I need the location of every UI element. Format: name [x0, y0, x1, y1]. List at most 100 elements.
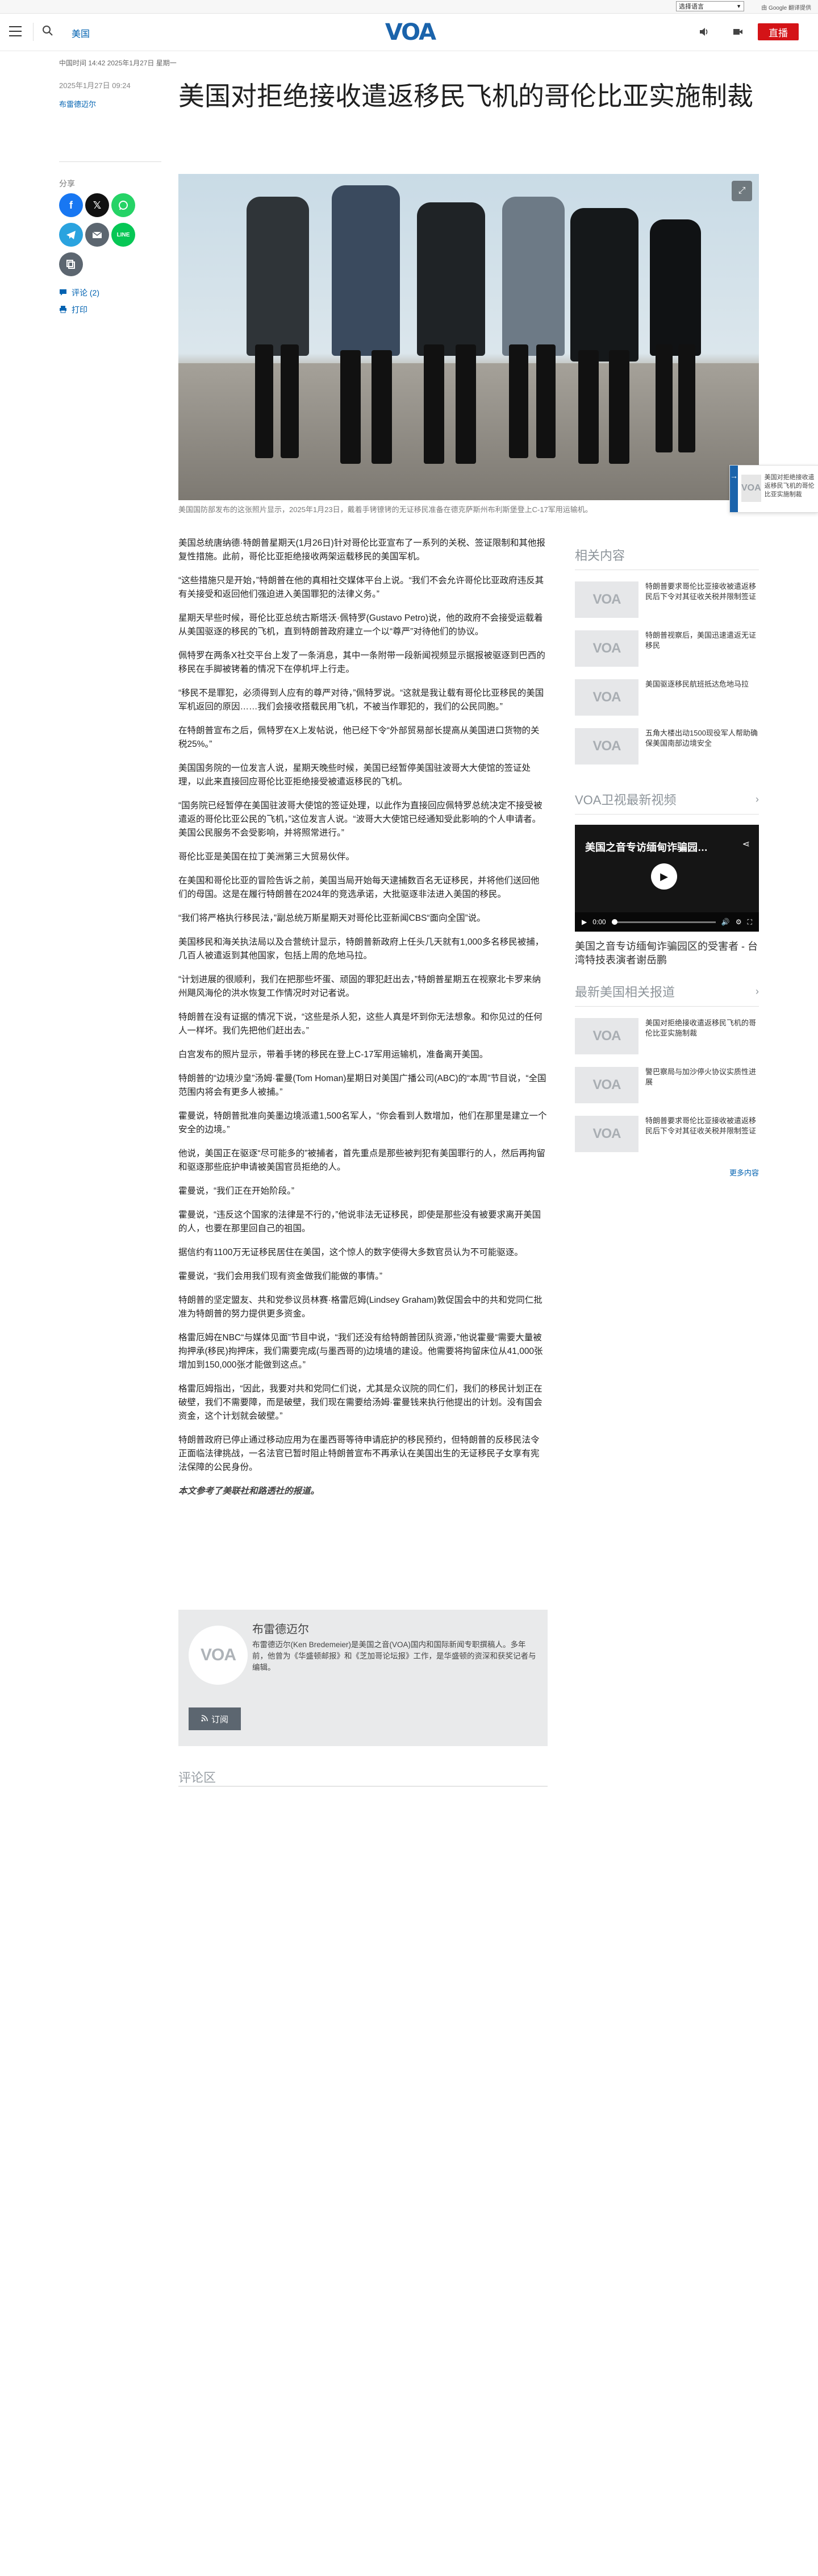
latest-section-title-text: 最新美国相关报道 [575, 985, 675, 999]
related-item[interactable]: VOA 五角大楼出动1500现役军人帮助确保美国南部边境安全 [575, 728, 759, 766]
author-name[interactable]: 布雷德迈尔 [252, 1620, 309, 1636]
paragraph: 白宫发布的照片显示，带着手铐的移民在登上C-17军用运输机，准备离开美国。 [178, 1050, 489, 1060]
article-title: 美国对拒绝接收遣返移民飞机的哥伦比亚实施制裁 [178, 81, 753, 111]
menu-icon[interactable] [9, 26, 22, 36]
video-time: 0:00 [592, 918, 606, 926]
publish-date: 2025年1月27日 09:24 [59, 81, 131, 90]
author-box: VOA 布雷德迈尔 布雷德迈尔(Ken Bredemeier)是美国之音(VOA… [178, 1610, 548, 1746]
expand-icon[interactable]: ⤢ [732, 181, 752, 201]
rss-icon [201, 1714, 208, 1724]
latest-item[interactable]: VOA 警巴察局与加沙停火协议实质性进展 [575, 1067, 759, 1104]
paragraph: “计划进展的很顺利，我们在把那些坏蛋、顽固的罪犯赶出去，”特朗普星期五在视察北卡… [178, 975, 541, 998]
video-progress-slider[interactable] [611, 919, 716, 925]
paragraph: 霍曼说，“违反这个国家的法律是不行的，”他说非法无证移民，即使是那些没有被要求离… [178, 1210, 541, 1233]
thumbnail-placeholder: VOA [575, 1116, 638, 1152]
latest-section-title[interactable]: 最新美国相关报道 › [575, 982, 759, 1000]
paragraph: 星期天早些时候，哥伦比亚总统古斯塔沃·佩特罗(Gustavo Petro)说，他… [178, 613, 543, 637]
share-label: 分享 [59, 179, 75, 188]
comments-title: 评论区 [178, 1771, 216, 1785]
email-icon[interactable] [85, 223, 109, 247]
chevron-right-icon[interactable]: › [756, 986, 759, 998]
x-icon[interactable]: 𝕏 [85, 193, 109, 217]
fullscreen-icon[interactable]: ⛶ [748, 918, 752, 926]
latest-item-text: 警巴察局与加沙停火协议实质性进展 [645, 1067, 757, 1086]
author-bio: 布雷德迈尔(Ken Bredemeier)是美国之音(VOA)国内和国际新闻专职… [252, 1640, 536, 1672]
play-small-icon[interactable]: ▶ [582, 918, 587, 926]
paragraph: 美国国务院的一位发言人说，星期天晚些时候，美国已经暂停美国驻波哥大大使馆的签证处… [178, 763, 531, 787]
related-item[interactable]: VOA 美国驱逐移民航班抵达危地马拉 [575, 679, 759, 717]
comments-link[interactable]: 评论 (2) [59, 287, 99, 298]
telegram-icon[interactable] [59, 223, 83, 247]
paragraph: 据信约有1100万无证移民居住在美国，这个惊人的数字使得大多数官员认为不可能驱逐… [178, 1248, 523, 1257]
hero-image: ⤢ [178, 174, 759, 500]
source-note: 本文参考了美联社和路透社的报道。 [178, 1486, 320, 1496]
audio-icon[interactable] [698, 26, 710, 39]
paragraph: 美国移民和海关执法局以及合营统计显示，特朗普新政府上任头几天就有1,000多名移… [178, 937, 544, 961]
latest-item-text: 美国对拒绝接收遣返移民飞机的哥伦比亚实施制裁 [645, 1019, 757, 1037]
paragraph: 在特朗普宣布之后，佩特罗在X上发帖说，他已经下令“外部贸易部长提高从美国进口货物… [178, 726, 540, 749]
paragraph: 霍曼说，“我们会用我们现有资金做我们能做的事情。” [178, 1272, 383, 1281]
arrow-icon[interactable]: → [730, 466, 738, 512]
video-caption[interactable]: 美国之音专访缅甸诈骗园区的受害者 - 台湾特技表演者谢岳鹏 [575, 940, 759, 967]
related-item[interactable]: VOA 特朗普视察后，美国迅速遣返无证移民 [575, 630, 759, 668]
author-link[interactable]: 布雷德迈尔 [59, 98, 161, 109]
print-link-label: 打印 [72, 305, 87, 314]
thumbnail-placeholder: VOA [741, 475, 761, 502]
thumbnail-placeholder: VOA [575, 1018, 638, 1054]
latest-item[interactable]: VOA 特朗普要求哥伦比亚接收被遣返移民后下令对其征收关税并限制签证 [575, 1116, 759, 1153]
paragraph: 霍曼说，特朗普批准向美墨边境派遣1,500名军人，“你会看到人数增加，他们在那里… [178, 1111, 547, 1135]
video-section-title[interactable]: VOA卫视最新视频 › [575, 790, 759, 808]
thumbnail-placeholder: VOA [575, 728, 638, 765]
settings-icon[interactable]: ⚙ [736, 918, 742, 926]
related-content: 相关内容 VOA 特朗普要求哥伦比亚接收被遣返移民后下令对其征收关税并限制签证 … [575, 546, 759, 766]
article-body: 美国总统唐纳德·特朗普星期天(1月26日)针对哥伦比亚宣布了一系列的关税、签证限… [178, 537, 548, 1509]
subscribe-button[interactable]: 订阅 [189, 1707, 241, 1730]
more-link[interactable]: 更多内容 [575, 1167, 759, 1178]
line-icon[interactable]: LINE [111, 223, 135, 247]
whatsapp-icon[interactable] [111, 193, 135, 217]
copy-link-icon[interactable] [59, 252, 83, 276]
language-select[interactable]: 选择语言 ▼ [676, 1, 744, 11]
video-controls: ▶ 0:00 🔊 ⚙ ⛶ [575, 912, 759, 932]
utility-bar: 选择语言 ▼ 由 Google 翻译提供 [0, 0, 818, 14]
latest-item[interactable]: VOA 美国对拒绝接收遣返移民飞机的哥伦比亚实施制裁 [575, 1018, 759, 1056]
site-header: 美国 VOA 直播 [0, 14, 818, 51]
print-link[interactable]: 打印 [59, 304, 87, 315]
related-item-text: 美国驱逐移民航班抵达危地马拉 [645, 680, 749, 688]
related-item-text: 特朗普视察后，美国迅速遣返无证移民 [645, 631, 757, 650]
article-meta: 2025年1月27日 09:24 布雷德迈尔 [59, 80, 161, 109]
local-time: 中国时间 14:42 2025年1月27日 星期一 [59, 59, 177, 67]
thumbnail-placeholder: VOA [575, 630, 638, 667]
header-divider [33, 23, 34, 41]
sticky-article-card[interactable]: → VOA 美国对拒绝接收遣返移民飞机的哥伦比亚实施制裁 [729, 465, 818, 513]
paragraph: “国务院已经暂停在美国驻波哥大使馆的签证处理，以此作为直接回应佩特罗总统决定不接… [178, 801, 542, 838]
google-translate-credit: 由 Google 翻译提供 [761, 5, 811, 11]
search-icon[interactable] [42, 25, 55, 38]
paragraph: 霍曼说，“我们正在开始阶段。” [178, 1186, 295, 1196]
paragraph: 格雷厄姆在NBC“与媒体见面”节目中说，“我们还没有给特朗普团队资源，”他说霍曼… [178, 1333, 543, 1370]
chevron-down-icon: ▼ [736, 3, 741, 9]
chevron-right-icon[interactable]: › [756, 793, 759, 805]
thumbnail-placeholder: VOA [575, 581, 638, 618]
comment-icon [59, 288, 67, 298]
volume-icon[interactable]: 🔊 [721, 918, 730, 926]
voa-logo[interactable]: VOA [382, 19, 439, 45]
play-icon[interactable]: ▶ [651, 863, 677, 890]
related-title: 相关内容 [575, 546, 759, 564]
live-button[interactable]: 直播 [758, 23, 799, 40]
video-player-title: 美国之音专访缅甸诈骗园… [585, 842, 708, 853]
paragraph: 特朗普在没有证据的情况下说，“这些是杀人犯，这些人真是坏到你无法想象。和你见过的… [178, 1012, 542, 1036]
video-icon[interactable] [732, 26, 744, 39]
facebook-icon[interactable]: f [59, 193, 83, 217]
thumbnail-placeholder: VOA [575, 679, 638, 716]
voa-tv-videos: VOA卫视最新视频 › 美国之音专访缅甸诈骗园… ⋖ ▶ ▶ 0:00 🔊 ⚙ … [575, 790, 759, 967]
related-item[interactable]: VOA 特朗普要求哥伦比亚接收被遣返移民后下令对其征收关税并限制签证 [575, 581, 759, 619]
paragraph: 佩特罗在两条X社交平台上发了一条消息，其中一条附带一段新闻视频显示据报被驱逐到巴… [178, 651, 545, 674]
section-link[interactable]: 美国 [72, 26, 90, 40]
share-icon[interactable]: ⋖ [742, 838, 750, 850]
subscribe-label: 订阅 [211, 1714, 228, 1725]
paragraph: 哥伦比亚是美国在拉丁美洲第三大贸易伙伴。 [178, 852, 355, 862]
language-select-value: 选择语言 [679, 3, 704, 10]
paragraph: “移民不是罪犯，必须得到人应有的尊严对待，”佩特罗说。“这就是我让载有哥伦比亚移… [178, 688, 544, 712]
video-player[interactable]: 美国之音专访缅甸诈骗园… ⋖ ▶ ▶ 0:00 🔊 ⚙ ⛶ [575, 825, 759, 932]
